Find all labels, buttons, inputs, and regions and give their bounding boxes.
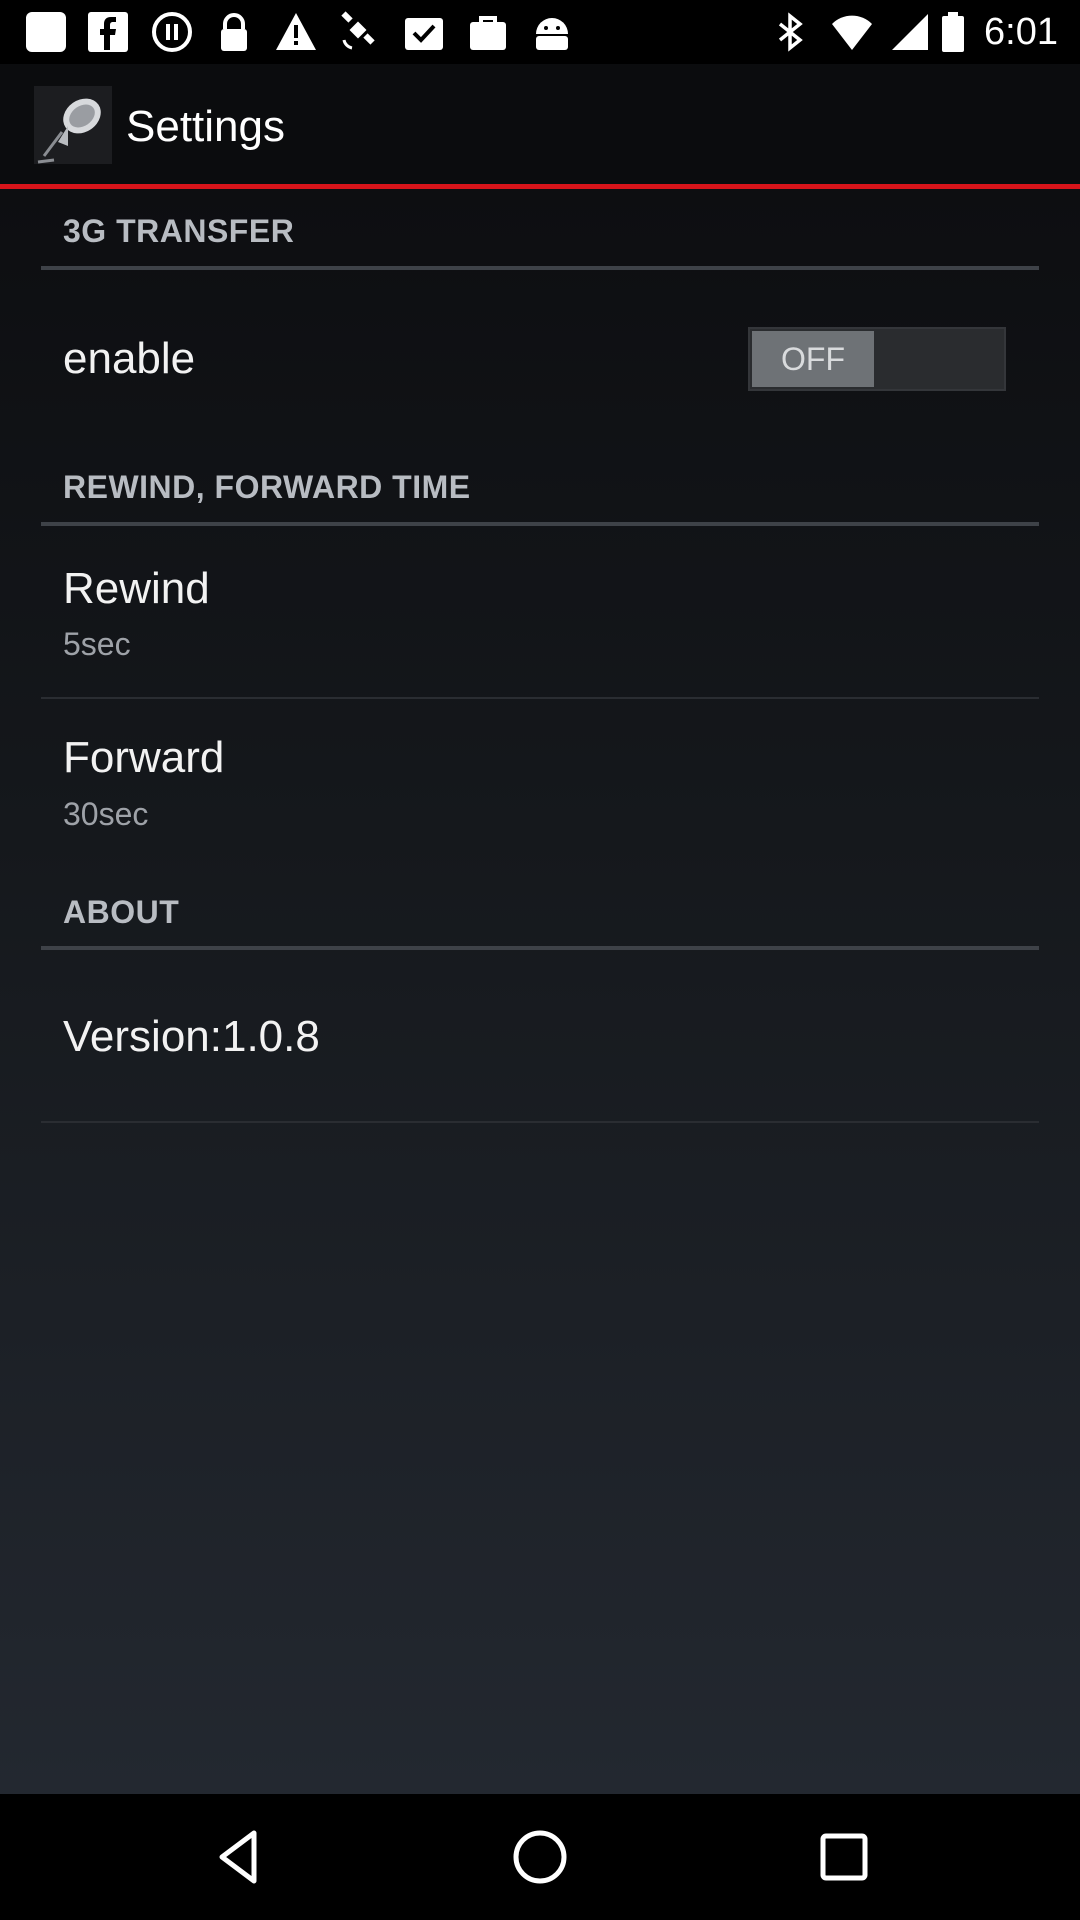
bag-icon bbox=[466, 10, 510, 54]
signal-icon bbox=[888, 10, 932, 54]
navigation-bar bbox=[0, 1794, 1080, 1920]
microphone-icon[interactable] bbox=[34, 86, 112, 164]
section-divider bbox=[41, 266, 1039, 270]
facebook-icon bbox=[86, 10, 130, 54]
settings-list[interactable]: 3G TRANSFER enable OFF REWIND, FORWARD T… bbox=[0, 189, 1080, 1794]
rewind-value: 5sec bbox=[63, 626, 131, 662]
section-header-rewind-forward-time: REWIND, FORWARD TIME bbox=[63, 469, 471, 505]
toggle-state-label: OFF bbox=[752, 331, 874, 387]
action-bar: Settings bbox=[0, 64, 1080, 184]
section-header-3g-transfer: 3G TRANSFER bbox=[63, 213, 295, 249]
wifi-icon bbox=[830, 10, 874, 54]
back-icon[interactable] bbox=[210, 1827, 270, 1887]
recents-icon[interactable] bbox=[814, 1827, 874, 1887]
bluetooth-icon bbox=[768, 10, 812, 54]
checkbox-icon bbox=[402, 10, 446, 54]
warning-icon bbox=[274, 10, 318, 54]
list-divider bbox=[41, 1121, 1039, 1123]
lock-icon bbox=[212, 10, 256, 54]
section-divider bbox=[41, 522, 1039, 526]
version-label: Version:1.0.8 bbox=[63, 1012, 320, 1061]
enable-label: enable bbox=[63, 334, 196, 383]
page-title: Settings bbox=[126, 102, 285, 151]
satellite-icon bbox=[338, 10, 382, 54]
list-divider bbox=[41, 697, 1039, 699]
forward-value: 30sec bbox=[63, 796, 149, 832]
android-icon bbox=[530, 10, 574, 54]
status-time: 6:01 bbox=[984, 11, 1058, 53]
home-icon[interactable] bbox=[510, 1827, 570, 1887]
section-header-about: ABOUT bbox=[63, 894, 180, 930]
square-icon bbox=[24, 10, 68, 54]
forward-label: Forward bbox=[63, 733, 225, 782]
rewind-label: Rewind bbox=[63, 564, 210, 613]
status-bar: 6:01 bbox=[0, 0, 1080, 64]
record-icon bbox=[150, 10, 194, 54]
battery-icon bbox=[940, 10, 966, 54]
section-divider bbox=[41, 946, 1039, 950]
enable-toggle[interactable]: OFF bbox=[748, 327, 1006, 391]
